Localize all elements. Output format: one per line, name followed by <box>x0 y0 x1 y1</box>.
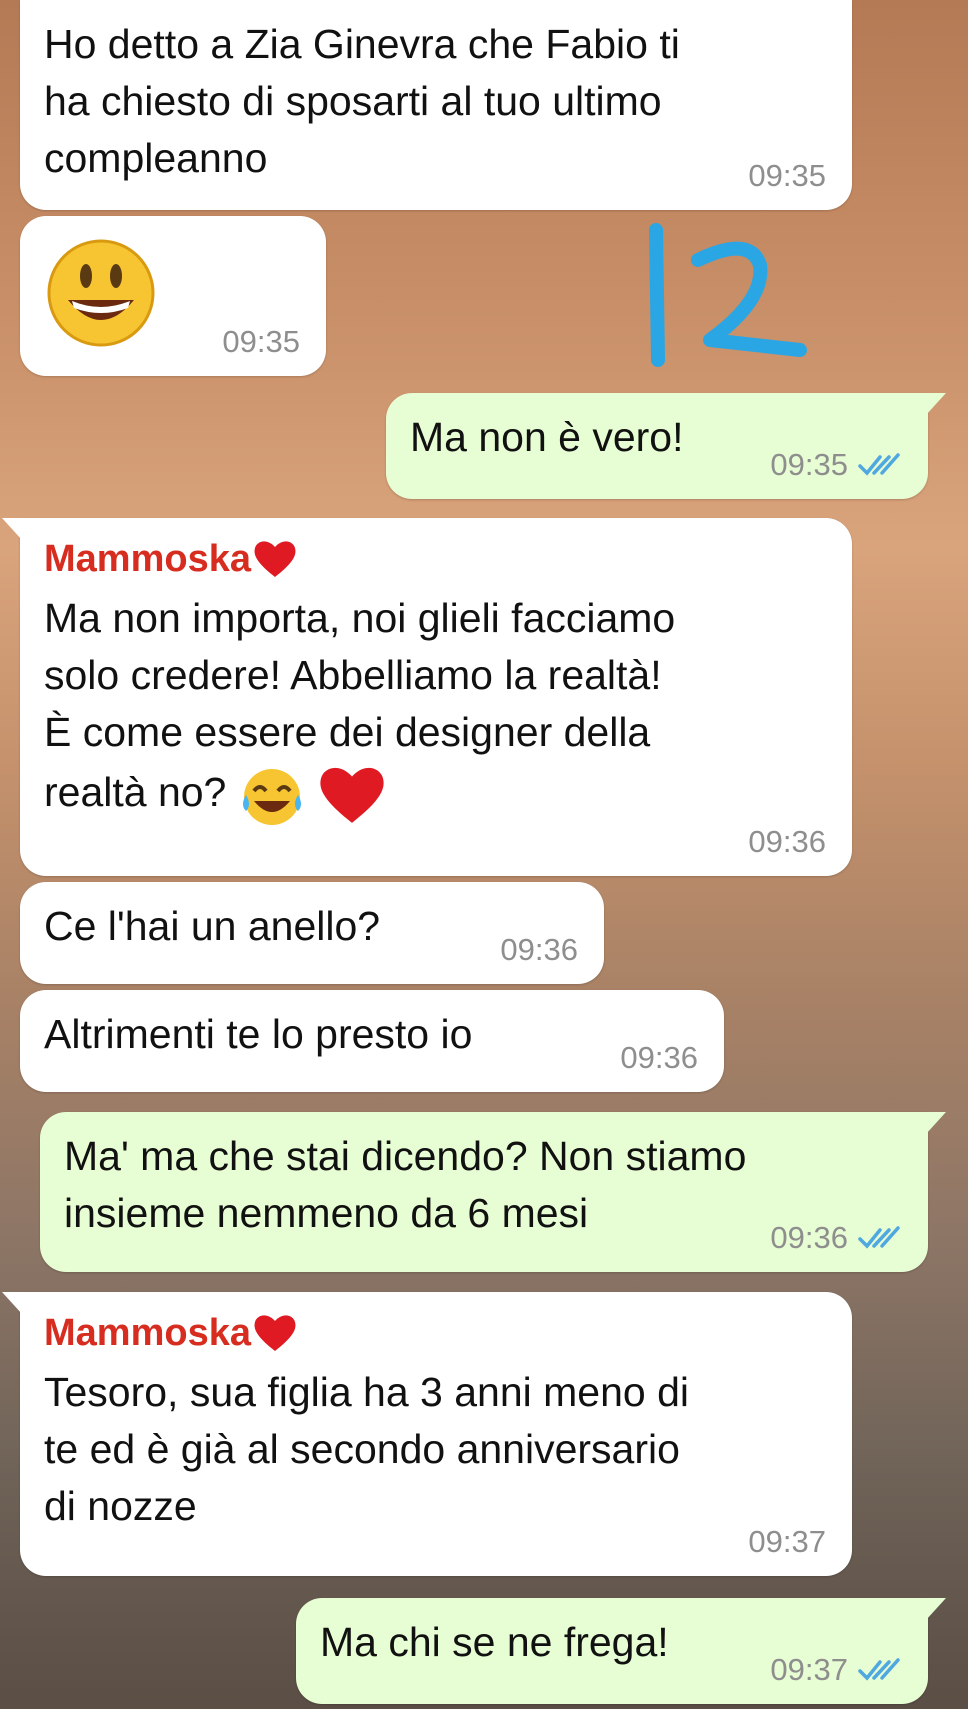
message-outgoing[interactable]: Ma non è vero! 09:35 <box>386 393 946 499</box>
message-meta: 09:37 <box>770 1652 902 1688</box>
smiling-face-icon <box>47 239 155 347</box>
message-incoming[interactable]: Mammoska Ma non importa, noi glieli facc… <box>2 518 852 876</box>
message-outgoing[interactable]: Ma chi se ne frega! 09:37 <box>296 1598 946 1704</box>
chat-area[interactable]: Ho detto a Zia Ginevra che Fabio ti ha c… <box>0 0 968 1709</box>
message-meta: 09:36 <box>770 1220 902 1256</box>
double-check-read-icon <box>858 453 900 476</box>
message-incoming[interactable]: Mammoska Tesoro, sua figlia ha 3 anni me… <box>2 1292 852 1576</box>
message-text: Tesoro, sua figlia ha 3 anni meno di te … <box>44 1369 690 1529</box>
message-incoming[interactable]: Altrimenti te lo presto io 09:36 <box>20 990 724 1092</box>
message-incoming[interactable]: Ho detto a Zia Ginevra che Fabio ti ha c… <box>20 0 852 210</box>
message-time: 09:37 <box>770 1652 848 1687</box>
message-time: 09:36 <box>748 824 826 859</box>
message-time: 09:36 <box>770 1220 848 1255</box>
message-time: 09:36 <box>620 1040 698 1075</box>
red-heart-icon <box>254 541 296 577</box>
message-incoming[interactable]: 09:35 <box>20 216 326 376</box>
message-time: 09:36 <box>500 932 578 967</box>
tears-of-joy-icon <box>243 769 302 825</box>
message-meta: 09:35 <box>770 447 902 483</box>
red-heart-icon <box>254 1315 296 1351</box>
message-time: 09:35 <box>748 158 826 193</box>
emoji-group <box>238 761 385 829</box>
sender-name: Mammoska <box>44 1308 828 1358</box>
annotation-number <box>649 223 807 367</box>
message-incoming[interactable]: Ce l'hai un anello? 09:36 <box>20 882 604 984</box>
double-check-read-icon <box>858 1226 900 1249</box>
message-text: Altrimenti te lo presto io <box>44 1011 473 1057</box>
message-time: 09:35 <box>770 447 848 482</box>
message-outgoing[interactable]: Ma' ma che stai dicendo? Non stiamo insi… <box>40 1112 946 1272</box>
sender-name: Mammoska <box>44 534 828 584</box>
message-time: 09:37 <box>748 1524 826 1559</box>
message-text: Ho detto a Zia Ginevra che Fabio ti ha c… <box>44 21 680 181</box>
red-heart-icon <box>320 767 384 823</box>
message-time: 09:35 <box>222 324 300 359</box>
double-check-read-icon <box>858 1658 900 1681</box>
